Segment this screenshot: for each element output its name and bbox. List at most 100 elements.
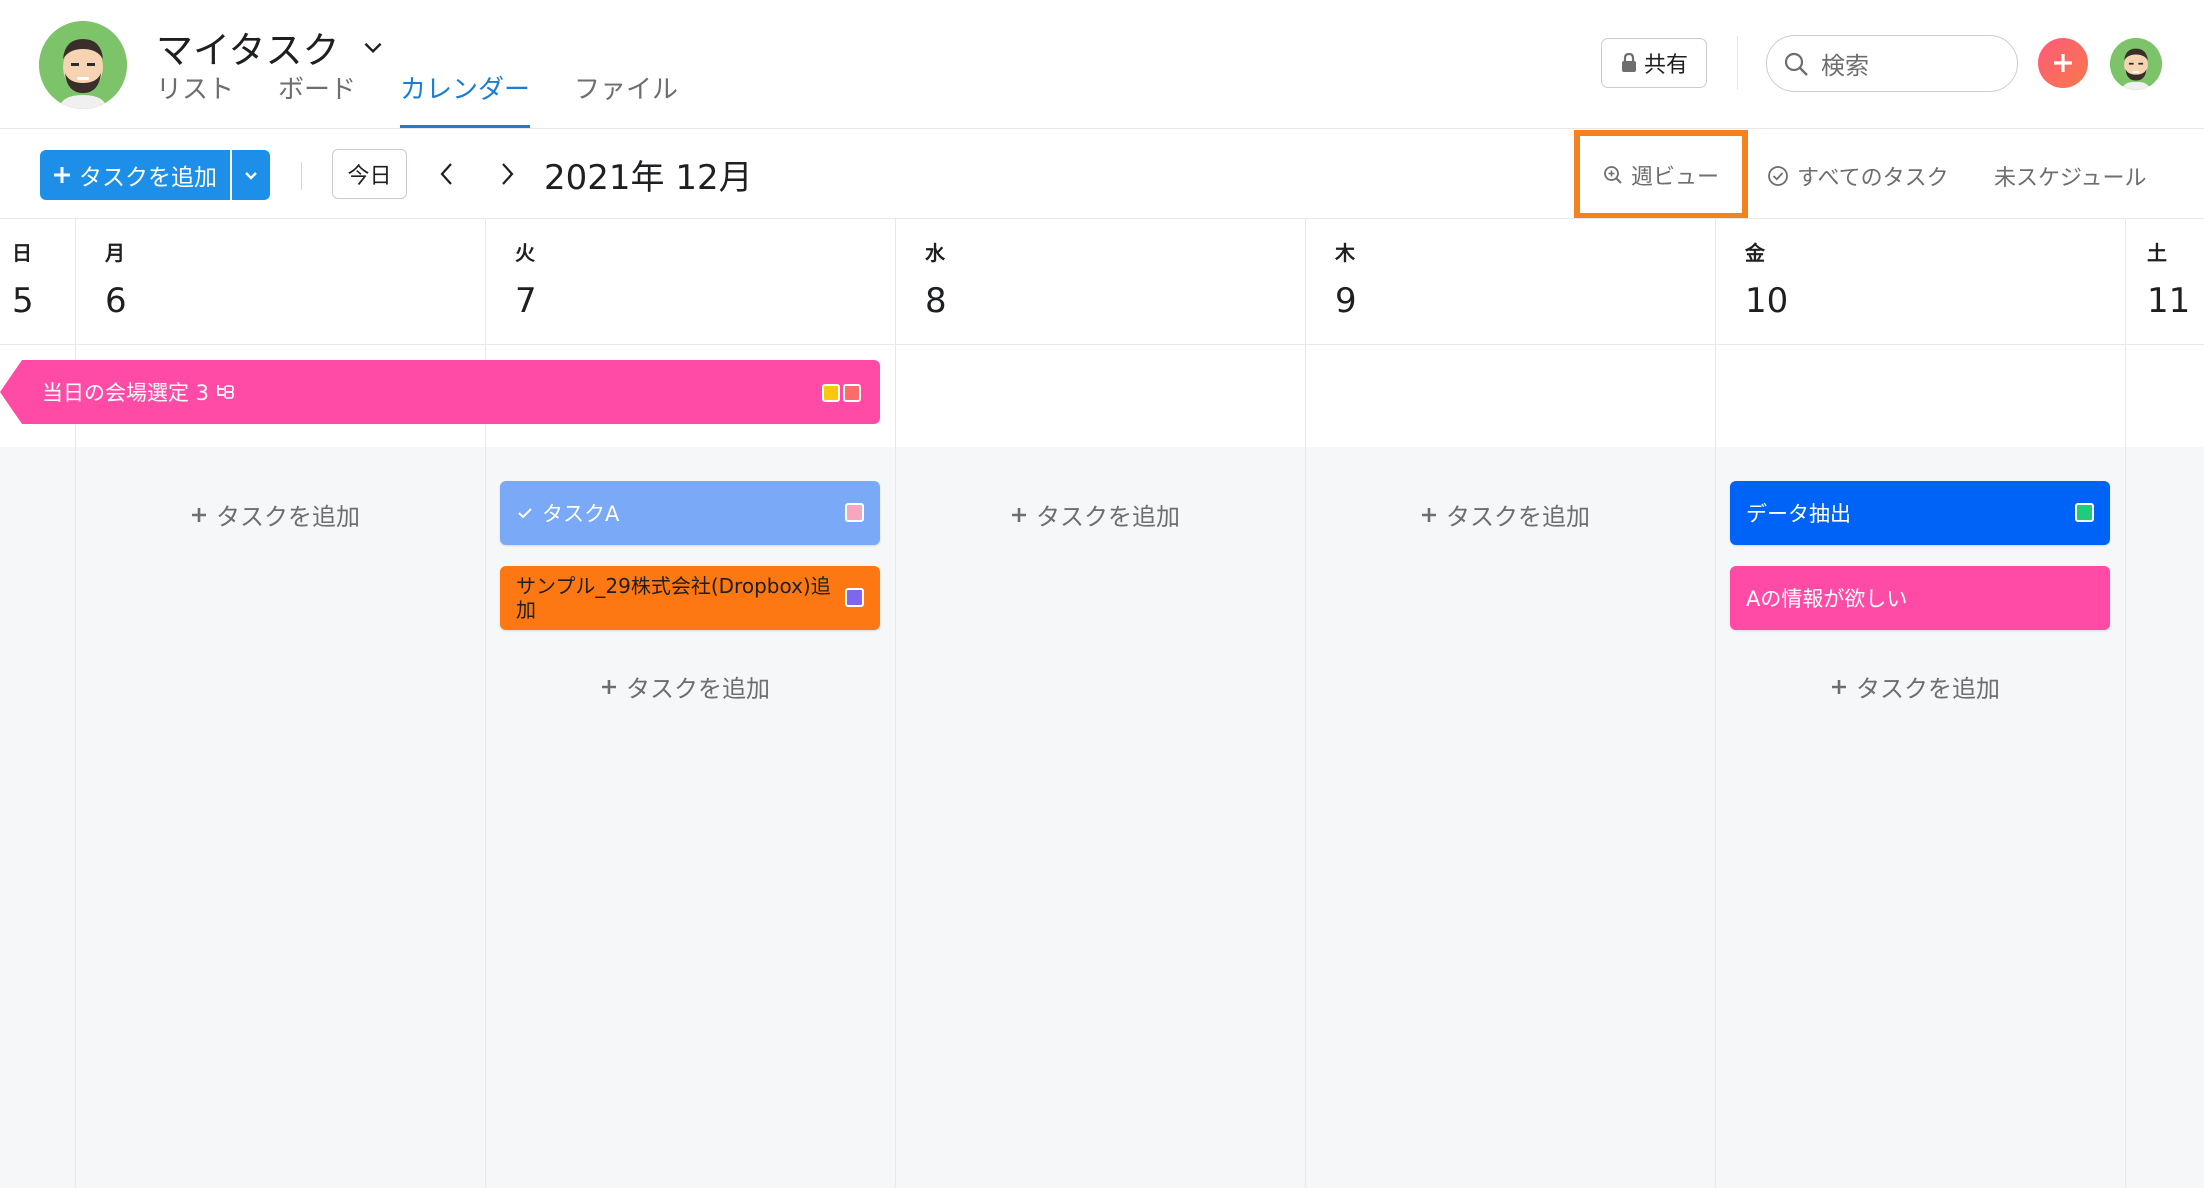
- app-header: マイタスク リスト ボード カレンダー ファイル 共有 検索: [0, 0, 2204, 129]
- chevron-right-icon: [502, 163, 514, 185]
- day-header-fri: 金 10: [1715, 219, 2125, 345]
- color-tag: [845, 503, 864, 522]
- check-circle-icon: [1768, 166, 1788, 186]
- avatar[interactable]: [39, 21, 127, 109]
- unscheduled-button[interactable]: 未スケジュール: [1994, 160, 2146, 192]
- day-number: 10: [1745, 281, 1789, 321]
- day-name: 木: [1335, 241, 1355, 265]
- day-name: 月: [105, 241, 125, 265]
- subtask-icon: [217, 385, 234, 399]
- day-number: 6: [105, 281, 127, 321]
- search-input[interactable]: 検索: [1766, 35, 2018, 92]
- plus-icon: [1832, 679, 1846, 694]
- page-title[interactable]: マイタスク: [156, 20, 386, 74]
- color-tag: [822, 384, 840, 402]
- plus-icon: [1012, 507, 1026, 522]
- add-task-label: タスクを追加: [79, 165, 217, 191]
- day-name: 土: [2147, 241, 2167, 265]
- plus-icon: [192, 507, 206, 522]
- search-placeholder: 検索: [1821, 52, 1869, 80]
- multi-day-task[interactable]: 当日の会場選定 3: [0, 360, 880, 424]
- week-view-label: 週ビュー: [1630, 164, 1719, 190]
- month-label: 2021年 12月: [544, 158, 753, 198]
- column-divider: [2125, 219, 2126, 1188]
- toolbar-divider: [301, 162, 302, 190]
- task-title: タスクA: [542, 502, 620, 526]
- plus-icon: [2054, 54, 2072, 72]
- tab-board[interactable]: ボード: [278, 72, 356, 128]
- add-task-label: タスクを追加: [626, 675, 770, 703]
- tab-calendar[interactable]: カレンダー: [400, 72, 531, 128]
- task-card-sample[interactable]: サンプル_29株式会社(Dropbox)追 加: [500, 566, 880, 630]
- today-button[interactable]: 今日: [332, 149, 407, 199]
- header-divider: [1737, 36, 1738, 90]
- color-tag: [2075, 503, 2094, 522]
- lock-icon: [1621, 53, 1636, 72]
- day-name: 日: [12, 241, 32, 265]
- quick-add-button[interactable]: [2038, 38, 2088, 88]
- day-header-sat: 土 11: [2125, 219, 2204, 345]
- user-avatar[interactable]: [2110, 38, 2162, 90]
- chevron-down-icon: [245, 172, 257, 180]
- check-icon[interactable]: [516, 504, 534, 522]
- task-title: Aの情報が欲しい: [1746, 587, 1908, 611]
- task-card-task-a[interactable]: タスクA: [500, 481, 880, 545]
- all-tasks-label: すべてのタスク: [1797, 166, 1949, 191]
- task-card-data-extract[interactable]: データ抽出: [1730, 481, 2110, 545]
- add-task-mon[interactable]: タスクを追加: [190, 497, 360, 532]
- day-name: 火: [515, 241, 535, 265]
- share-button[interactable]: 共有: [1601, 38, 1707, 88]
- day-header-thu: 木 9: [1305, 219, 1715, 345]
- add-task-dropdown[interactable]: [232, 150, 270, 200]
- task-title-line2: 加: [516, 598, 536, 622]
- week-view-button[interactable]: 週ビュー: [1574, 130, 1748, 219]
- search-icon: [1784, 52, 1808, 76]
- add-task-label: タスクを追加: [216, 503, 360, 531]
- chevron-down-icon[interactable]: [360, 34, 386, 60]
- day-header-wed: 水 8: [895, 219, 1305, 345]
- day-name: 金: [1745, 241, 1765, 265]
- zoom-icon: [1604, 165, 1622, 184]
- day-header-tue: 火 7: [485, 219, 895, 345]
- calendar-toolbar: タスクを追加 今日 2021年 12月 週ビュー すべてのタスク 未スケジュール: [0, 130, 2204, 219]
- plus-icon: [602, 679, 616, 694]
- add-task-label: タスクを追加: [1446, 503, 1590, 531]
- color-tag: [845, 588, 864, 607]
- day-number: 9: [1335, 281, 1357, 321]
- multi-day-task-label: 当日の会場選定 3: [42, 381, 210, 405]
- add-task-split-button: タスクを追加: [40, 150, 270, 200]
- day-number: 7: [515, 281, 537, 321]
- week-calendar: 日 5 月 6 火 7 水 8 木 9 金 10 土 11 当日の会場選定 3: [0, 218, 2204, 1188]
- add-task-label: タスクを追加: [1036, 503, 1180, 531]
- day-grid: [0, 447, 2204, 1188]
- day-header-mon: 月 6: [75, 219, 485, 345]
- next-week-button[interactable]: [492, 158, 522, 190]
- day-number: 8: [925, 281, 947, 321]
- column-divider: [1715, 219, 1716, 1188]
- all-tasks-filter[interactable]: すべてのタスク: [1767, 160, 1949, 192]
- tab-list[interactable]: リスト: [156, 72, 234, 128]
- day-number: 11: [2147, 281, 2191, 321]
- task-title: データ抽出: [1746, 502, 1851, 526]
- share-label: 共有: [1643, 53, 1688, 78]
- add-task-button[interactable]: タスクを追加: [40, 150, 230, 200]
- day-name: 水: [925, 241, 945, 265]
- task-card-info-wanted[interactable]: Aの情報が欲しい: [1730, 566, 2110, 630]
- day-number: 5: [12, 281, 34, 321]
- add-task-tue[interactable]: タスクを追加: [600, 669, 770, 704]
- tab-files[interactable]: ファイル: [574, 72, 678, 128]
- chevron-left-icon: [440, 163, 452, 185]
- plus-icon: [1422, 507, 1436, 522]
- add-task-thu[interactable]: タスクを追加: [1420, 497, 1590, 532]
- column-divider: [895, 219, 896, 1188]
- prev-week-button[interactable]: [432, 158, 462, 190]
- add-task-wed[interactable]: タスクを追加: [1010, 497, 1180, 532]
- add-task-fri[interactable]: タスクを追加: [1830, 669, 2000, 704]
- view-tabs: リスト ボード カレンダー ファイル: [156, 72, 722, 128]
- day-header-sun: 日 5: [0, 219, 75, 345]
- page-title-text: マイタスク: [156, 29, 340, 72]
- color-tag: [843, 384, 861, 402]
- add-task-label: タスクを追加: [1856, 675, 2000, 703]
- task-title-line1: サンプル_29株式会社(Dropbox)追: [516, 574, 831, 598]
- column-divider: [1305, 219, 1306, 1188]
